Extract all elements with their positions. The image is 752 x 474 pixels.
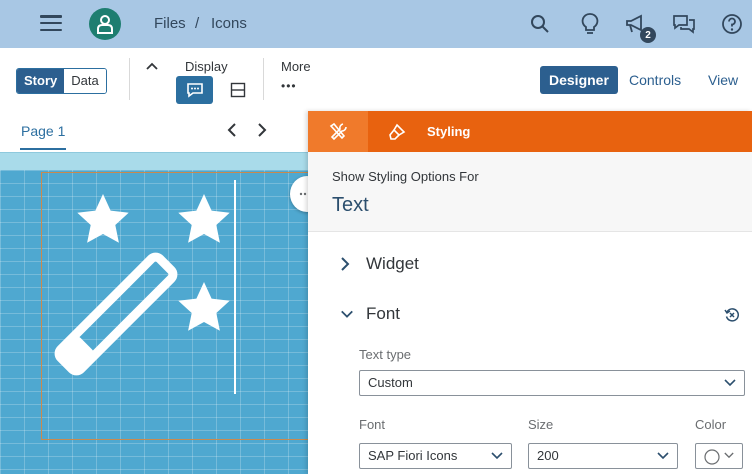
chevron-down-icon — [724, 452, 734, 459]
size-select[interactable]: 200 — [528, 443, 678, 469]
view-button[interactable]: View — [708, 66, 738, 94]
tab-styling[interactable]: Styling — [368, 111, 488, 152]
breadcrumb-icons: Icons — [211, 15, 247, 32]
chevron-down-icon — [724, 379, 736, 387]
color-label: Color — [695, 417, 727, 432]
chevron-down-icon — [340, 309, 354, 319]
more-label: More — [281, 59, 311, 74]
styling-target-title: Text — [332, 194, 369, 216]
tab-builder[interactable] — [308, 111, 368, 152]
shell-bar: Files / Icons 2 — [0, 0, 752, 48]
data-toggle-button[interactable]: Data — [64, 69, 106, 93]
chat-icon[interactable] — [672, 12, 696, 36]
avatar[interactable] — [89, 8, 121, 40]
styling-panel: Styling Show Styling Options For Text Wi… — [308, 111, 752, 474]
user-icon — [97, 15, 113, 34]
panel-tab-bar: Styling — [308, 111, 752, 152]
controls-button[interactable]: Controls — [629, 66, 681, 94]
text-type-value: Custom — [368, 375, 413, 390]
more-icon[interactable]: ••• — [281, 79, 297, 93]
section-widget[interactable]: Widget — [340, 254, 419, 274]
panel-header: Show Styling Options For Text — [308, 152, 752, 232]
styling-options-caption: Show Styling Options For — [332, 169, 479, 184]
section-widget-label: Widget — [366, 254, 419, 273]
chevron-down-icon — [491, 452, 503, 460]
reset-icon[interactable] — [724, 307, 740, 323]
toolbar-divider — [263, 58, 264, 100]
text-type-label: Text type — [359, 347, 412, 362]
display-label: Display — [185, 59, 228, 74]
panel-icon — [230, 82, 245, 98]
lightbulb-icon[interactable] — [578, 12, 602, 36]
panel-toggle-button[interactable] — [219, 76, 256, 104]
font-value: SAP Fiori Icons — [368, 448, 458, 463]
text-cursor-line — [234, 180, 236, 394]
chevron-left-icon[interactable] — [226, 122, 238, 143]
comment-mode-button[interactable] — [176, 76, 213, 104]
help-icon[interactable] — [720, 12, 744, 36]
paint-brush-icon — [389, 123, 406, 140]
canvas-header-strip — [0, 152, 310, 170]
tab-styling-label: Styling — [427, 124, 471, 139]
chevron-right-icon[interactable] — [256, 122, 268, 143]
magic-wand-icon — [54, 194, 230, 376]
story-data-toggle: Story Data — [16, 68, 107, 94]
font-label: Font — [359, 417, 386, 432]
color-picker[interactable] — [695, 443, 743, 469]
section-font[interactable]: Font — [340, 304, 400, 324]
chevron-up-icon[interactable] — [145, 58, 159, 76]
color-swatch-icon — [704, 449, 720, 465]
designer-button[interactable]: Designer — [540, 66, 618, 94]
tab-page-1[interactable]: Page 1 — [21, 123, 65, 139]
story-toggle-button[interactable]: Story — [17, 69, 65, 93]
breadcrumb-files[interactable]: Files — [154, 15, 186, 32]
size-label: Size — [528, 417, 554, 432]
breadcrumb-separator: / — [195, 15, 200, 32]
menu-icon[interactable] — [40, 13, 62, 33]
chevron-down-icon — [657, 452, 669, 460]
chevron-right-icon — [340, 256, 354, 272]
search-icon[interactable] — [528, 12, 552, 36]
comment-icon — [186, 83, 203, 98]
notification-badge: 2 — [640, 27, 656, 43]
section-font-label: Font — [366, 304, 401, 323]
toolbar: Story Data Display More ••• Designer Con… — [0, 48, 752, 112]
active-tab-indicator — [20, 148, 66, 150]
tools-icon — [329, 122, 347, 140]
size-value: 200 — [537, 448, 559, 463]
font-select[interactable]: SAP Fiori Icons — [359, 443, 512, 469]
text-type-select[interactable]: Custom — [359, 370, 745, 396]
toolbar-divider — [129, 58, 130, 100]
